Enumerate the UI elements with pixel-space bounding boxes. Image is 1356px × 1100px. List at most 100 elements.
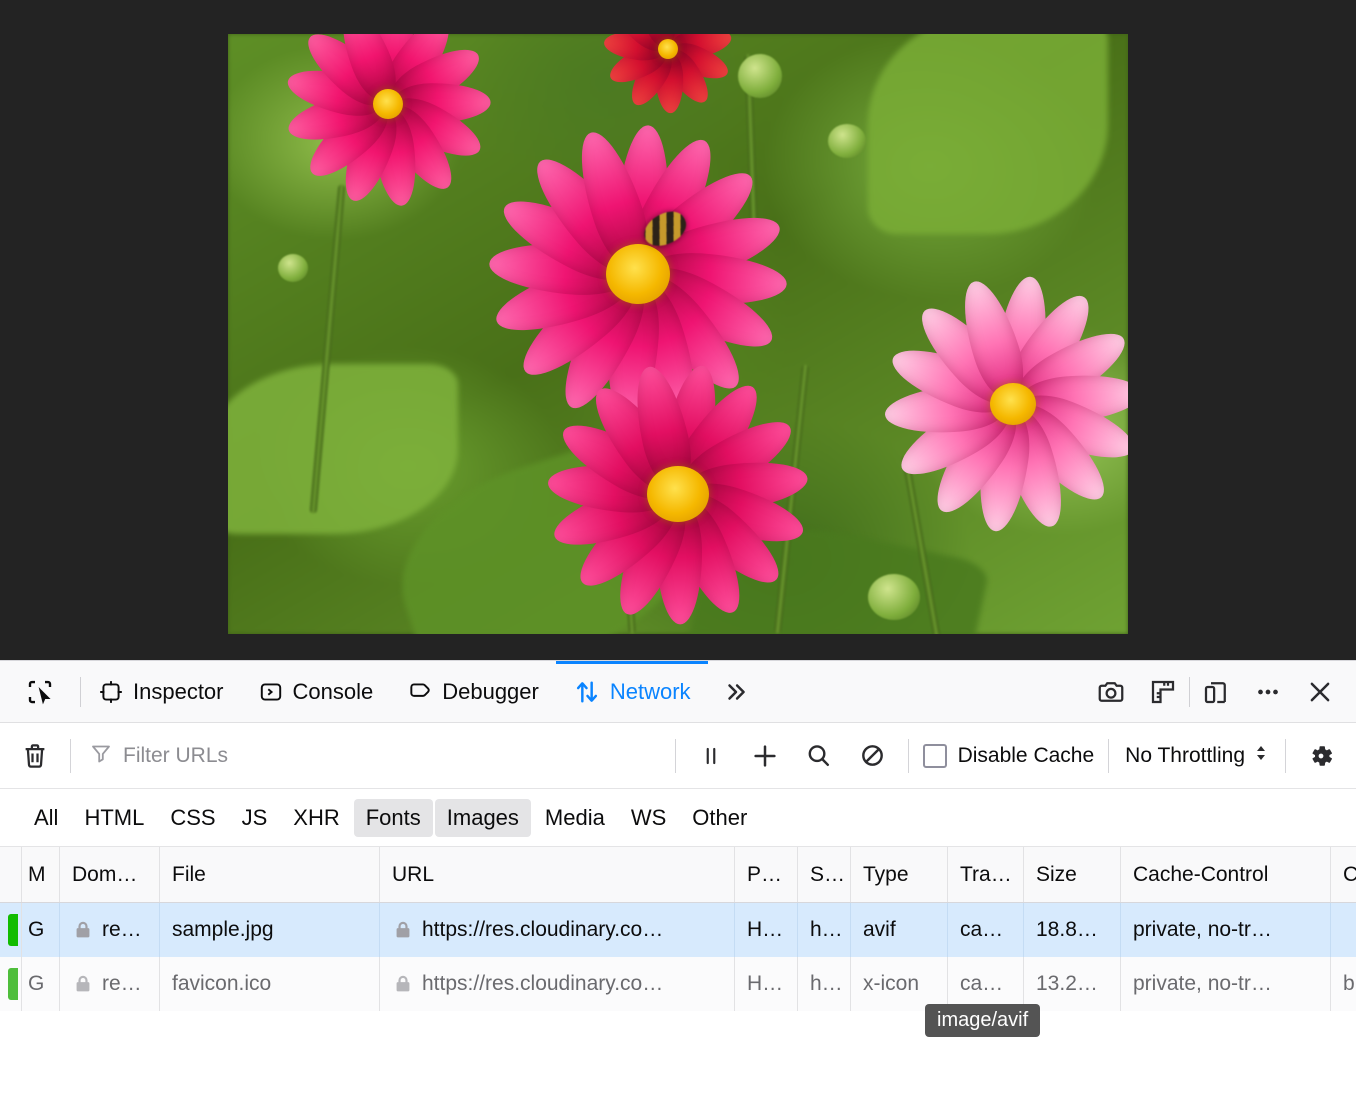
cell-method: G [22,957,60,1011]
cell-more [1331,903,1356,957]
tab-console-label: Console [293,679,374,705]
photo-dahlia-bloom [598,34,738,109]
column-header-size[interactable]: Size [1024,847,1121,902]
filter-tab-ws[interactable]: WS [619,799,678,837]
devtools-toolbox-actions [1085,661,1356,722]
search-icon[interactable] [792,732,846,780]
request-status-indicator [0,957,22,1011]
network-toolbar: Disable Cache No Throttling [0,723,1356,789]
updown-chevron-icon [1253,741,1269,771]
search-input[interactable] [123,744,657,768]
cell-domain: re… [60,957,160,1011]
cell-transferred: ca… [948,957,1024,1011]
table-row[interactable]: G re… sample.jpg https://res.cloudinary.… [0,903,1356,957]
photo-flower-bud [828,124,866,158]
filter-tab-media[interactable]: Media [533,799,617,837]
cell-cache-control: private, no-tr… [1121,903,1331,957]
column-header-protocol[interactable]: P… [735,847,798,902]
status-bar-success [8,968,18,1000]
photo-dahlia-bloom [533,364,823,624]
cell-scheme: h… [798,903,851,957]
photo-flower-bud [738,54,782,98]
cell-domain: re… [60,903,160,957]
browser-content-viewport [0,0,1356,660]
cell-url: https://res.cloudinary.co… [380,903,735,957]
disable-cache-checkbox[interactable]: Disable Cache [917,744,1101,768]
toolbar-divider [675,739,676,773]
column-header-scheme[interactable]: S… [798,847,851,902]
photo-dahlia-bloom [273,34,503,204]
tab-inspector[interactable]: Inspector [81,661,241,722]
filter-tab-images[interactable]: Images [435,799,531,837]
column-header-status[interactable] [0,847,22,902]
cell-url: https://res.cloudinary.co… [380,957,735,1011]
cell-transferred: ca… [948,903,1024,957]
cell-protocol: H… [735,903,798,957]
filter-tab-html[interactable]: HTML [72,799,156,837]
lock-icon [392,973,414,995]
camera-icon[interactable] [1085,668,1137,716]
filter-tab-xhr[interactable]: XHR [281,799,351,837]
column-header-type[interactable]: Type [851,847,948,902]
column-header-domain[interactable]: Dom… [60,847,160,902]
filter-tab-other[interactable]: Other [680,799,759,837]
element-picker-icon[interactable] [14,668,66,716]
table-header-row: M Dom… File URL P… S… Type Tra… Size Cac… [0,847,1356,903]
column-header-method[interactable]: M [22,847,60,902]
column-header-transferred[interactable]: Tra… [948,847,1024,902]
dahlia-flowers-with-bumblebee-photo[interactable] [228,34,1128,634]
tab-debugger[interactable]: Debugger [390,661,556,722]
chevron-double-right-icon[interactable] [708,661,764,722]
request-status-indicator [0,903,22,957]
filter-tab-all[interactable]: All [22,799,70,837]
column-header-more[interactable]: C [1331,847,1356,902]
cell-type: avif [851,903,948,957]
cell-domain-text: re… [102,972,142,996]
cell-url-text: https://res.cloudinary.co… [422,918,663,942]
ellipsis-icon[interactable] [1242,668,1294,716]
tab-inspector-label: Inspector [133,679,224,705]
cell-scheme: h… [798,957,851,1011]
plus-icon[interactable] [738,732,792,780]
lock-icon [392,919,414,941]
responsive-design-mode-icon[interactable] [1190,668,1242,716]
gear-icon[interactable] [1294,732,1348,780]
checkbox-box[interactable] [923,744,947,768]
status-bar-success [8,914,18,946]
filter-tab-js[interactable]: JS [230,799,280,837]
column-header-file[interactable]: File [160,847,380,902]
ruler-icon[interactable] [1137,668,1189,716]
devtools-toolbox-tabbar: Inspector Console Debugger [0,661,1356,723]
lock-icon [72,919,94,941]
cell-protocol: H… [735,957,798,1011]
funnel-icon [89,741,113,770]
tab-debugger-label: Debugger [442,679,539,705]
toolbar-divider [1108,739,1109,773]
cell-domain-text: re… [102,918,142,942]
trash-icon[interactable] [8,732,62,780]
toolbar-divider [70,739,71,773]
lock-icon [72,973,94,995]
devtools-panel: Inspector Console Debugger [0,660,1356,1100]
devtools-tab-list: Inspector Console Debugger [81,661,764,722]
table-row[interactable]: G re… favicon.ico https://res.cloudinary… [0,957,1356,1011]
throttling-select[interactable]: No Throttling [1117,741,1277,771]
toolbar-spacer [764,661,1085,722]
pause-icon[interactable] [684,732,738,780]
filter-tab-css[interactable]: CSS [158,799,227,837]
close-icon[interactable] [1294,668,1346,716]
cell-url-text: https://res.cloudinary.co… [422,972,663,996]
request-type-filter-tabs: All HTML CSS JS XHR Fonts Images Media W… [0,789,1356,847]
throttling-value: No Throttling [1125,744,1245,768]
filter-urls-field[interactable] [79,735,667,777]
cell-size: 18.8… [1024,903,1121,957]
cell-more: br [1331,957,1356,1011]
tab-network[interactable]: Network [556,661,708,722]
column-header-url[interactable]: URL [380,847,735,902]
filter-tab-fonts[interactable]: Fonts [354,799,433,837]
block-icon[interactable] [846,732,900,780]
tab-console[interactable]: Console [241,661,391,722]
cell-file: favicon.ico [160,957,380,1011]
cell-file: sample.jpg [160,903,380,957]
column-header-cache-control[interactable]: Cache-Control [1121,847,1331,902]
